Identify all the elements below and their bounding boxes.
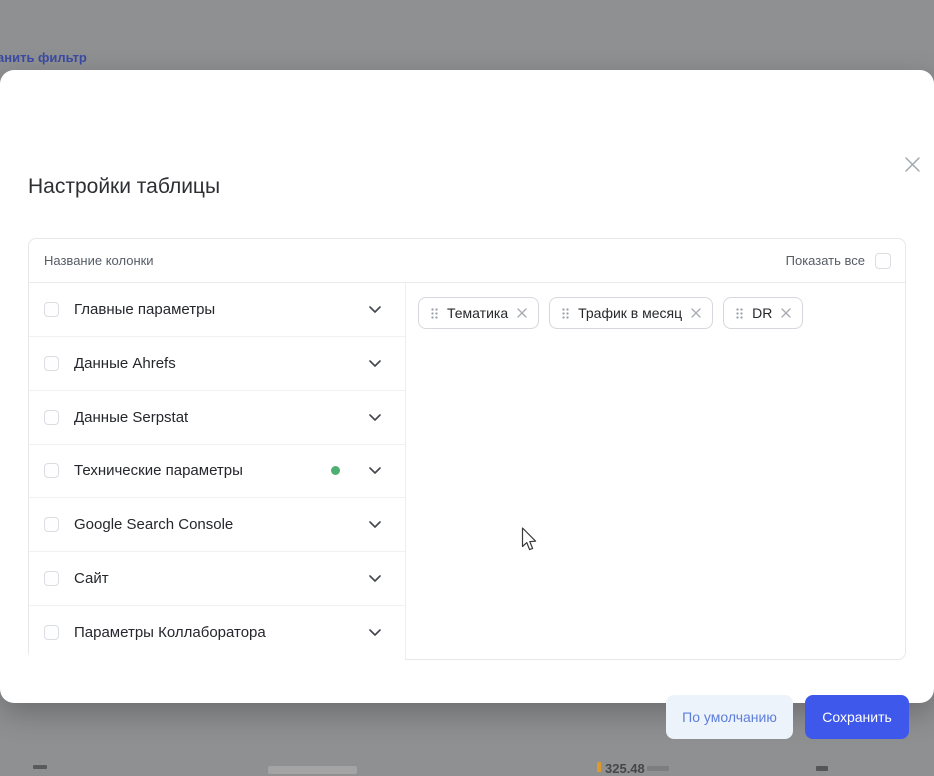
default-button[interactable]: По умолчанию: [666, 695, 793, 739]
chevron-down-icon[interactable]: [369, 521, 381, 528]
remove-chip-icon[interactable]: [781, 308, 791, 318]
category-label: Google Search Console: [74, 516, 354, 533]
category-checkbox[interactable]: [44, 356, 59, 371]
remove-chip-icon[interactable]: [517, 308, 527, 318]
column-chip-dr[interactable]: DR: [723, 297, 803, 329]
chevron-down-icon[interactable]: [369, 414, 381, 421]
category-row-google-search-console[interactable]: Google Search Console: [29, 498, 405, 552]
category-checkbox[interactable]: [44, 302, 59, 317]
flame-icon: [597, 762, 601, 772]
show-all-label: Показать все: [786, 253, 865, 268]
background-fragment: [816, 766, 828, 771]
modal-title: Настройки таблицы: [28, 175, 220, 199]
category-row-technical-params[interactable]: Технические параметры: [29, 445, 405, 499]
category-checkbox[interactable]: [44, 571, 59, 586]
background-save-filter-link: анить фильтр: [0, 50, 87, 65]
remove-chip-icon[interactable]: [691, 308, 701, 318]
category-row-ahrefs[interactable]: Данные Ahrefs: [29, 337, 405, 391]
save-button[interactable]: Сохранить: [805, 695, 909, 739]
category-row-serpstat[interactable]: Данные Serpstat: [29, 391, 405, 445]
category-checkbox[interactable]: [44, 517, 59, 532]
chevron-down-icon[interactable]: [369, 467, 381, 474]
show-all-control: Показать все: [786, 253, 891, 269]
background-metric-value: 325.48: [605, 761, 645, 776]
close-icon[interactable]: [902, 154, 922, 174]
category-list: Главные параметры Данные Ahrefs Данные S…: [29, 283, 406, 659]
category-checkbox[interactable]: [44, 410, 59, 425]
columns-panel: Название колонки Показать все Главные па…: [28, 238, 906, 660]
category-label: Данные Ahrefs: [74, 355, 354, 372]
status-dot: [331, 466, 340, 475]
drag-handle-icon[interactable]: [431, 308, 438, 319]
table-settings-modal: Настройки таблицы Название колонки Показ…: [0, 70, 934, 703]
category-checkbox[interactable]: [44, 463, 59, 478]
background-fragment: [33, 765, 47, 769]
category-label: Данные Serpstat: [74, 409, 354, 426]
panel-header: Название колонки Показать все: [29, 239, 905, 283]
chip-label: Трафик в месяц: [578, 305, 682, 321]
category-label: Параметры Коллаборатора: [74, 624, 354, 641]
chevron-down-icon[interactable]: [369, 306, 381, 313]
column-name-header: Название колонки: [44, 253, 154, 268]
drag-handle-icon[interactable]: [736, 308, 743, 319]
chevron-down-icon[interactable]: [369, 360, 381, 367]
category-label: Технические параметры: [74, 462, 316, 479]
category-checkbox[interactable]: [44, 625, 59, 640]
chevron-down-icon[interactable]: [369, 629, 381, 636]
chevron-down-icon[interactable]: [369, 575, 381, 582]
column-chip-tematika[interactable]: Тематика: [418, 297, 539, 329]
background-fragment: [647, 766, 669, 771]
category-row-collaborator-params[interactable]: Параметры Коллаборатора: [29, 606, 405, 660]
drag-handle-icon[interactable]: [562, 308, 569, 319]
selected-columns-area: Тематика Трафик в: [406, 283, 905, 659]
category-row-site[interactable]: Сайт: [29, 552, 405, 606]
column-chip-traffic[interactable]: Трафик в месяц: [549, 297, 713, 329]
category-label: Главные параметры: [74, 301, 354, 318]
category-label: Сайт: [74, 570, 354, 587]
background-fragment: [268, 766, 357, 774]
show-all-checkbox[interactable]: [875, 253, 891, 269]
chip-label: DR: [752, 305, 772, 321]
chip-label: Тематика: [447, 305, 508, 321]
category-row-main-params[interactable]: Главные параметры: [29, 283, 405, 337]
